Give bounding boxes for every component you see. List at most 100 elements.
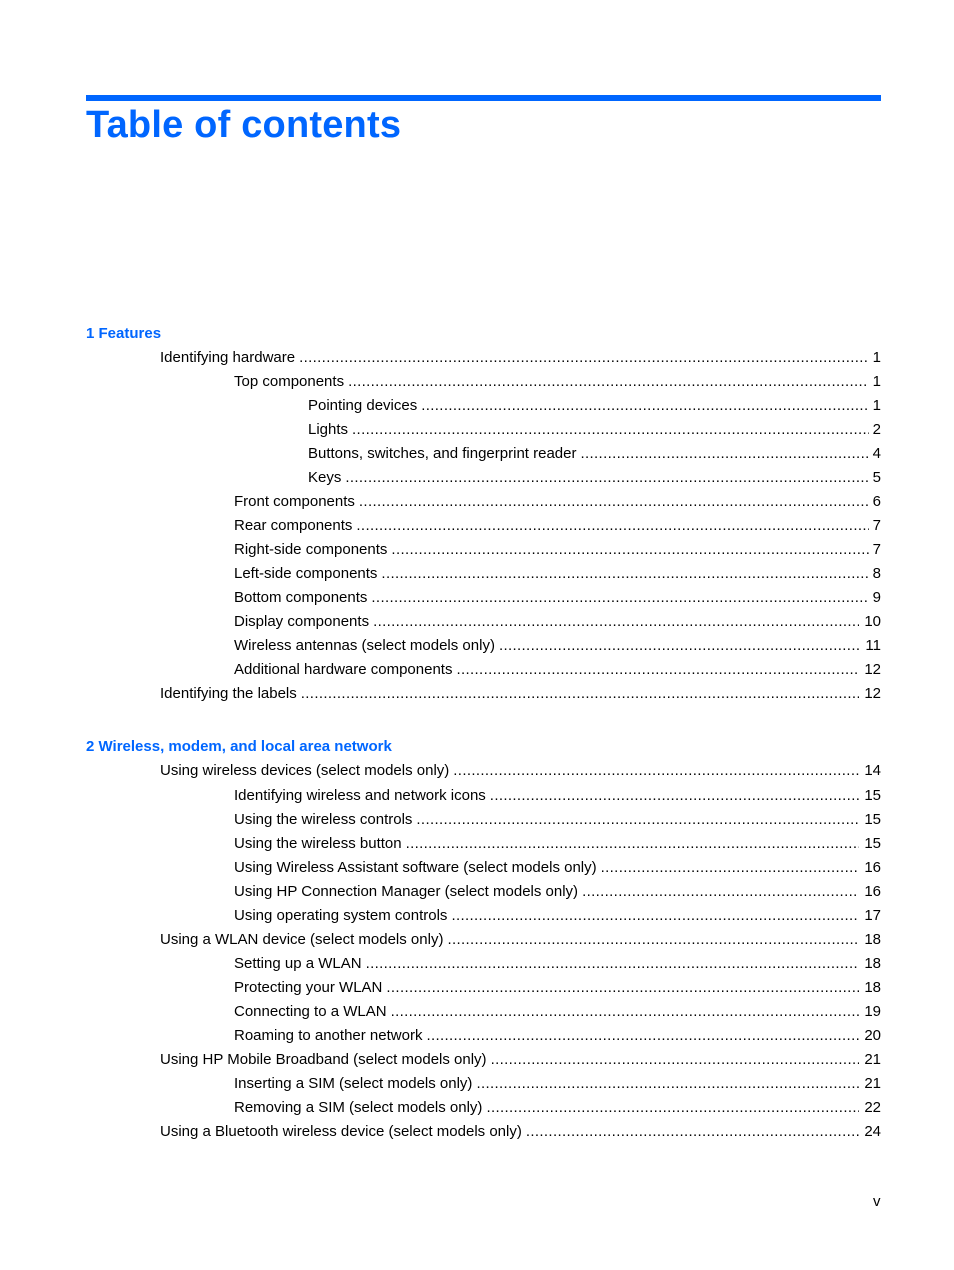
toc-entry[interactable]: Roaming to another network 20 — [234, 1026, 881, 1046]
chapter-heading[interactable]: 1 Features — [86, 324, 161, 344]
dot-leader — [453, 761, 859, 781]
toc-entry-label: Roaming to another network — [234, 1027, 423, 1044]
dot-leader — [348, 372, 869, 392]
toc-entry-page: 1 — [872, 397, 881, 414]
toc-entry[interactable]: Identifying the labels 12 — [160, 684, 881, 704]
toc-entry[interactable]: Removing a SIM (select models only) 22 — [234, 1098, 881, 1118]
toc-entry[interactable]: Rear components 7 — [234, 516, 881, 536]
toc-entry[interactable]: Using the wireless controls 15 — [234, 810, 881, 830]
dot-leader — [491, 1050, 860, 1070]
toc-entry-page: 16 — [864, 883, 881, 900]
toc-entry[interactable]: Using operating system controls 17 — [234, 906, 881, 926]
toc-entry-label: Keys — [308, 469, 342, 486]
toc-entry-label: Setting up a WLAN — [234, 955, 362, 972]
toc-entry[interactable]: Display components 10 — [234, 612, 881, 632]
toc-entry[interactable]: Identifying hardware 1 — [160, 348, 881, 368]
dot-leader — [381, 564, 868, 584]
toc-entry-page: 22 — [864, 1099, 881, 1116]
toc-entry[interactable]: Using wireless devices (select models on… — [160, 761, 881, 781]
toc-entry[interactable]: Using the wireless button 15 — [234, 834, 881, 854]
toc-entry-page: 19 — [864, 1003, 881, 1020]
dot-leader — [352, 420, 869, 440]
toc-entry-page: 7 — [872, 541, 881, 558]
toc-entry-page: 21 — [864, 1075, 881, 1092]
dot-leader — [391, 1002, 860, 1022]
toc-entry[interactable]: Top components 1 — [234, 372, 881, 392]
toc-entry-label: Identifying wireless and network icons — [234, 787, 486, 804]
dot-leader — [345, 468, 868, 488]
toc-entry[interactable]: Using HP Connection Manager (select mode… — [234, 882, 881, 902]
toc-entry-page: 1 — [872, 349, 881, 366]
toc-entry[interactable]: Lights 2 — [308, 420, 881, 440]
toc-entry[interactable]: Inserting a SIM (select models only) 21 — [234, 1074, 881, 1094]
toc-entry-label: Identifying hardware — [160, 349, 296, 366]
toc-entry[interactable]: Front components 6 — [234, 492, 881, 512]
toc-entry[interactable]: Pointing devices 1 — [308, 396, 881, 416]
dot-leader — [426, 1026, 859, 1046]
toc-entry[interactable]: Setting up a WLAN 18 — [234, 954, 881, 974]
toc-entry-page: 24 — [864, 1123, 881, 1140]
dot-leader — [356, 516, 868, 536]
toc-entry-page: 7 — [872, 517, 881, 534]
toc-entry-label: Using a WLAN device (select models only) — [160, 931, 444, 948]
dot-leader — [421, 396, 868, 416]
toc-entry[interactable]: Keys 5 — [308, 468, 881, 488]
toc-entry[interactable]: Using a WLAN device (select models only)… — [160, 930, 881, 950]
toc-entry-label: Identifying the labels — [160, 685, 297, 702]
dot-leader — [371, 588, 868, 608]
toc-entry-label: Using HP Mobile Broadband (select models… — [160, 1051, 487, 1068]
toc-entry-page: 6 — [872, 493, 881, 510]
toc-entry[interactable]: Identifying wireless and network icons 15 — [234, 786, 881, 806]
toc-entry-label: Removing a SIM (select models only) — [234, 1099, 483, 1116]
toc-entry[interactable]: Using a Bluetooth wireless device (selec… — [160, 1122, 881, 1142]
toc-entry-page: 15 — [864, 787, 881, 804]
toc-entry-page: 18 — [864, 955, 881, 972]
dot-leader — [373, 612, 859, 632]
toc-entry-page: 15 — [864, 835, 881, 852]
toc-entry-label: Using wireless devices (select models on… — [160, 762, 450, 779]
toc-entry-page: 17 — [864, 907, 881, 924]
toc-entry[interactable]: Connecting to a WLAN 19 — [234, 1002, 881, 1022]
dot-leader — [601, 858, 860, 878]
dot-leader — [366, 954, 860, 974]
toc-entry-page: 12 — [864, 685, 881, 702]
toc-entry-label: Using the wireless controls — [234, 811, 413, 828]
toc-entry-label: Left-side components — [234, 565, 378, 582]
toc-entry-page: 18 — [864, 979, 881, 996]
toc-entry-page: 16 — [864, 859, 881, 876]
toc-entry[interactable]: Protecting your WLAN 18 — [234, 978, 881, 998]
toc-entry[interactable]: Using HP Mobile Broadband (select models… — [160, 1050, 881, 1070]
toc-entry-label: Bottom components — [234, 589, 368, 606]
toc-entry-label: Using a Bluetooth wireless device (selec… — [160, 1123, 522, 1140]
toc-entry-page: 21 — [864, 1051, 881, 1068]
dot-leader — [391, 540, 868, 560]
toc-entry-page: 9 — [872, 589, 881, 606]
toc-entry-label: Protecting your WLAN — [234, 979, 383, 996]
toc-entry-page: 11 — [865, 637, 881, 654]
toc-entry-page: 5 — [872, 469, 881, 486]
toc-entry-label: Using the wireless button — [234, 835, 402, 852]
toc-entry[interactable]: Right-side components 7 — [234, 540, 881, 560]
toc-entry-label: Wireless antennas (select models only) — [234, 637, 495, 654]
dot-leader — [386, 978, 859, 998]
toc-entry-page: 18 — [864, 931, 881, 948]
toc-entry-page: 15 — [864, 811, 881, 828]
dot-leader — [490, 786, 860, 806]
toc-entry-label: Display components — [234, 613, 370, 630]
dot-leader — [416, 810, 859, 830]
toc-entry[interactable]: Left-side components 8 — [234, 564, 881, 584]
toc-entry-label: Lights — [308, 421, 349, 438]
dot-leader — [299, 348, 869, 368]
toc-entry[interactable]: Bottom components 9 — [234, 588, 881, 608]
toc-entry-page: 4 — [872, 445, 881, 462]
dot-leader — [359, 492, 869, 512]
chapter-heading[interactable]: 2 Wireless, modem, and local area networ… — [86, 737, 392, 757]
toc-entry-page: 14 — [864, 762, 881, 779]
toc-entry[interactable]: Wireless antennas (select models only) 11 — [234, 636, 881, 656]
toc-entry[interactable]: Buttons, switches, and fingerprint reade… — [308, 444, 881, 464]
toc-entry-label: Rear components — [234, 517, 353, 534]
toc-entry[interactable]: Additional hardware components 12 — [234, 660, 881, 680]
toc-entry[interactable]: Using Wireless Assistant software (selec… — [234, 858, 881, 878]
toc-entry-label: Top components — [234, 373, 345, 390]
page-number: v — [873, 1193, 881, 1210]
